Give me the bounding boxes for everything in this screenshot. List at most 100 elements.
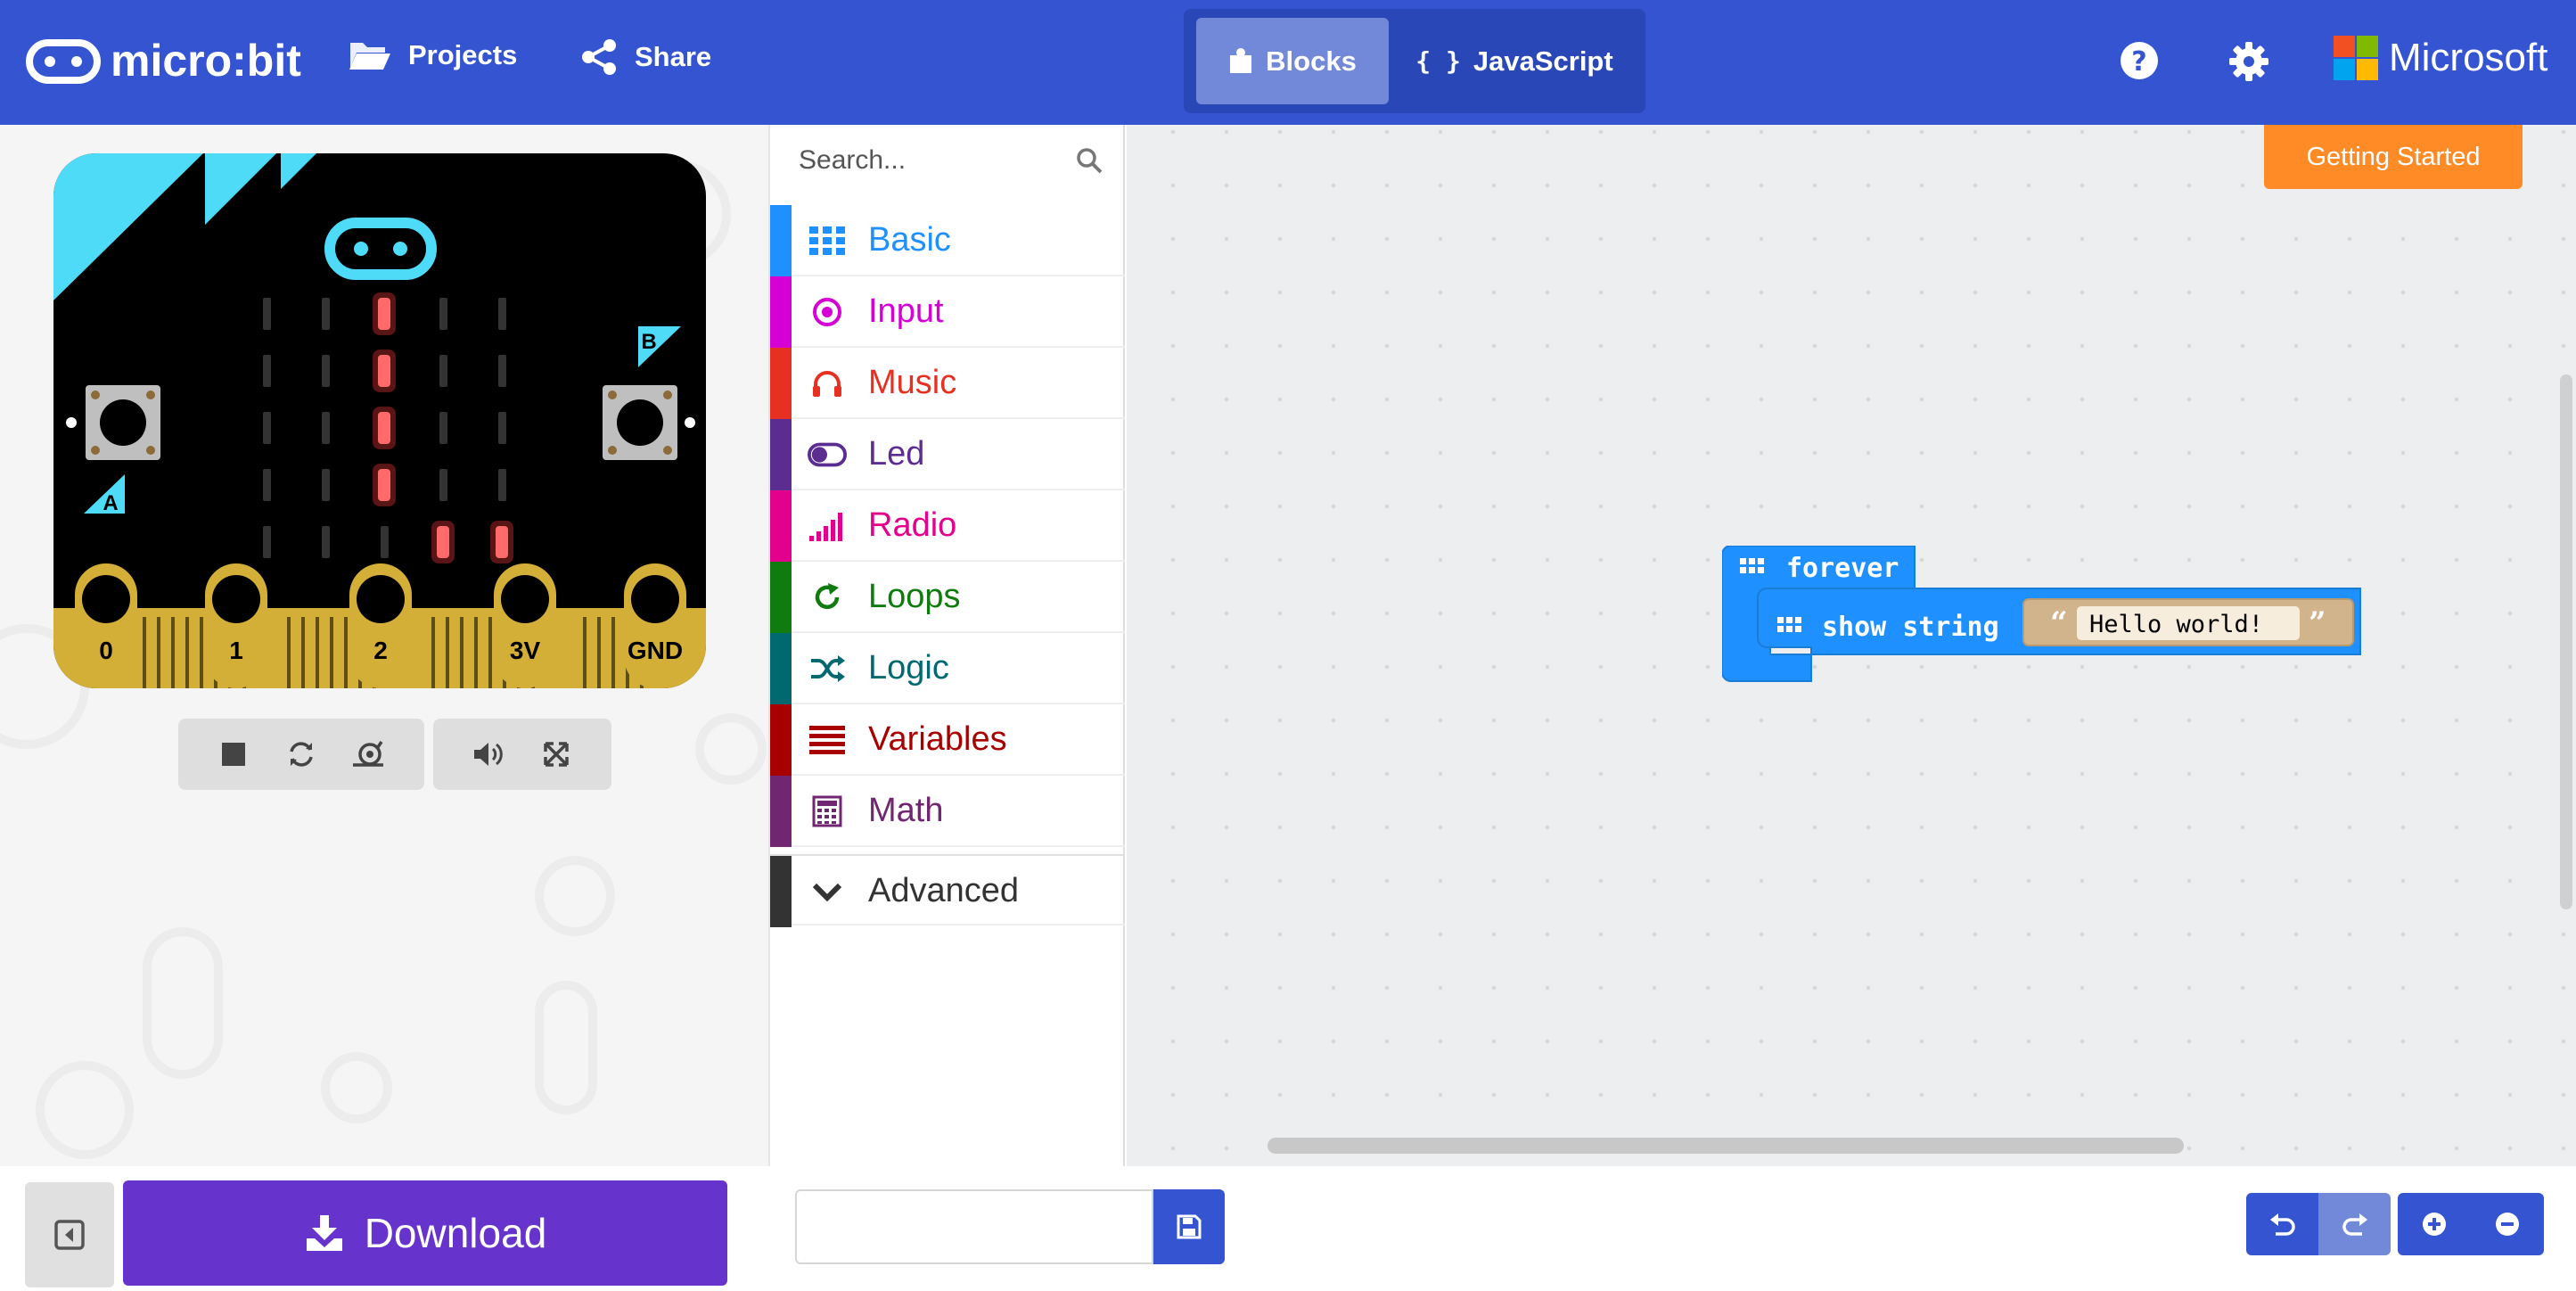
vertical-scrollbar[interactable] bbox=[2560, 374, 2572, 909]
category-stripe bbox=[770, 419, 792, 490]
led-off bbox=[263, 355, 271, 387]
redo-button[interactable] bbox=[2318, 1193, 2391, 1255]
horizontal-scrollbar[interactable] bbox=[1267, 1138, 2184, 1154]
grid-icon bbox=[808, 221, 847, 260]
zoom-in-button[interactable] bbox=[2398, 1193, 2471, 1255]
category-stripe bbox=[770, 562, 792, 633]
folder-open-icon bbox=[349, 43, 390, 70]
category-label-math: Math bbox=[868, 792, 944, 829]
category-stripe bbox=[770, 776, 792, 847]
forever-block[interactable]: forever show string “ Hello world! ” bbox=[1722, 546, 2364, 688]
sim-control-group bbox=[178, 719, 424, 790]
restart-icon[interactable] bbox=[276, 729, 326, 779]
led-off bbox=[263, 412, 271, 444]
microbit-face-icon bbox=[26, 39, 101, 84]
help-icon[interactable]: ? bbox=[2120, 41, 2159, 80]
microsoft-label: Microsoft bbox=[2389, 36, 2548, 79]
sound-icon[interactable] bbox=[464, 729, 513, 779]
tab-blocks-label: Blocks bbox=[1266, 45, 1357, 77]
category-basic[interactable]: Basic bbox=[770, 205, 1125, 276]
pin-label-1: 1 bbox=[229, 637, 243, 664]
button-b[interactable] bbox=[603, 385, 677, 460]
share-icon bbox=[582, 39, 616, 75]
led-on bbox=[378, 469, 390, 501]
undo-icon bbox=[2269, 1213, 2295, 1236]
toolbox-search[interactable]: Search... bbox=[770, 125, 1125, 196]
button-a[interactable] bbox=[86, 385, 160, 460]
tab-javascript-label: JavaScript bbox=[1473, 45, 1613, 77]
category-label-radio: Radio bbox=[868, 506, 957, 544]
search-input[interactable]: Search... bbox=[799, 145, 906, 176]
category-logic[interactable]: Logic bbox=[770, 633, 1125, 704]
category-label-music: Music bbox=[868, 364, 957, 401]
category-stripe bbox=[770, 490, 792, 562]
led-off bbox=[322, 298, 330, 330]
redo-icon bbox=[2342, 1213, 2367, 1236]
pin-label-2: 2 bbox=[373, 637, 388, 664]
top-menu-bar: micro:bit Projects Share Blocks {} Java… bbox=[0, 0, 2576, 125]
tab-blocks[interactable]: Blocks bbox=[1196, 18, 1389, 104]
getting-started-button[interactable]: Getting Started bbox=[2264, 125, 2523, 189]
open-quote-icon: “ bbox=[2050, 605, 2068, 641]
category-label-logic: Logic bbox=[868, 649, 949, 687]
pin-label-0: 0 bbox=[99, 637, 113, 664]
blocks-workspace[interactable]: Getting Started forever show string “ He bbox=[1127, 125, 2576, 1166]
category-variables[interactable]: Variables bbox=[770, 704, 1125, 776]
category-input[interactable]: Input bbox=[770, 276, 1125, 348]
list-lines-icon bbox=[808, 720, 847, 760]
category-music[interactable]: Music bbox=[770, 348, 1125, 419]
category-stripe bbox=[770, 856, 792, 927]
simulator-panel: 0 1 2 3V GND A B bbox=[0, 125, 768, 1166]
led-off bbox=[439, 412, 447, 444]
projects-button[interactable]: Projects bbox=[348, 37, 517, 73]
button-b-label: B bbox=[641, 330, 656, 354]
show-string-block[interactable]: show string “ Hello world! ” bbox=[1757, 588, 2361, 655]
signal-bars-icon bbox=[808, 506, 847, 546]
radio-button-icon bbox=[808, 292, 847, 332]
search-icon[interactable] bbox=[1075, 146, 1103, 175]
show-string-label: show string bbox=[1822, 612, 1999, 643]
category-math[interactable]: Math bbox=[770, 776, 1125, 847]
share-button[interactable]: Share bbox=[579, 37, 711, 77]
category-stripe bbox=[770, 704, 792, 776]
led-on bbox=[378, 355, 390, 387]
microsoft-logo[interactable]: Microsoft bbox=[2334, 36, 2547, 80]
download-button[interactable]: Download bbox=[123, 1180, 727, 1286]
toggle-icon bbox=[808, 435, 847, 474]
led-off bbox=[498, 412, 506, 444]
tab-javascript[interactable]: { } JavaScript bbox=[1398, 18, 1631, 104]
led-off bbox=[498, 355, 506, 387]
led-off bbox=[263, 469, 271, 501]
zoom-in-icon bbox=[2423, 1213, 2446, 1236]
led-off bbox=[263, 298, 271, 330]
pin-label-gnd: GND bbox=[628, 637, 683, 664]
undo-button[interactable] bbox=[2246, 1193, 2318, 1255]
category-radio[interactable]: Radio bbox=[770, 490, 1125, 562]
shuffle-icon bbox=[808, 649, 847, 688]
sim-control-group-2 bbox=[433, 719, 611, 790]
microsoft-squares-icon bbox=[2334, 36, 2378, 80]
collapse-simulator-button[interactable] bbox=[25, 1182, 114, 1287]
fullscreen-icon[interactable] bbox=[531, 729, 581, 779]
gear-icon[interactable] bbox=[2228, 41, 2269, 82]
stop-icon[interactable] bbox=[209, 729, 258, 779]
project-name-input[interactable] bbox=[795, 1189, 1153, 1264]
svg-text:?: ? bbox=[2131, 46, 2146, 78]
category-led[interactable]: Led bbox=[770, 419, 1125, 490]
led-off bbox=[322, 526, 330, 558]
projects-label: Projects bbox=[408, 39, 518, 70]
led-off bbox=[439, 298, 447, 330]
microbit-board[interactable]: 0 1 2 3V GND A B bbox=[53, 153, 706, 688]
save-button[interactable] bbox=[1153, 1189, 1225, 1264]
slow-mo-icon[interactable] bbox=[344, 729, 394, 779]
category-stripe bbox=[770, 348, 792, 419]
led-off bbox=[263, 526, 271, 558]
category-label-loops: Loops bbox=[868, 578, 961, 615]
led-off bbox=[439, 469, 447, 501]
category-advanced[interactable]: Advanced bbox=[770, 854, 1125, 927]
zoom-out-button[interactable] bbox=[2471, 1193, 2544, 1255]
toolbox: Search... Basic Input Music Led Radio Loops Lo… bbox=[768, 125, 1125, 1166]
microbit-logo[interactable]: micro:bit bbox=[25, 34, 301, 87]
led-on bbox=[437, 526, 449, 558]
category-loops[interactable]: Loops bbox=[770, 562, 1125, 633]
